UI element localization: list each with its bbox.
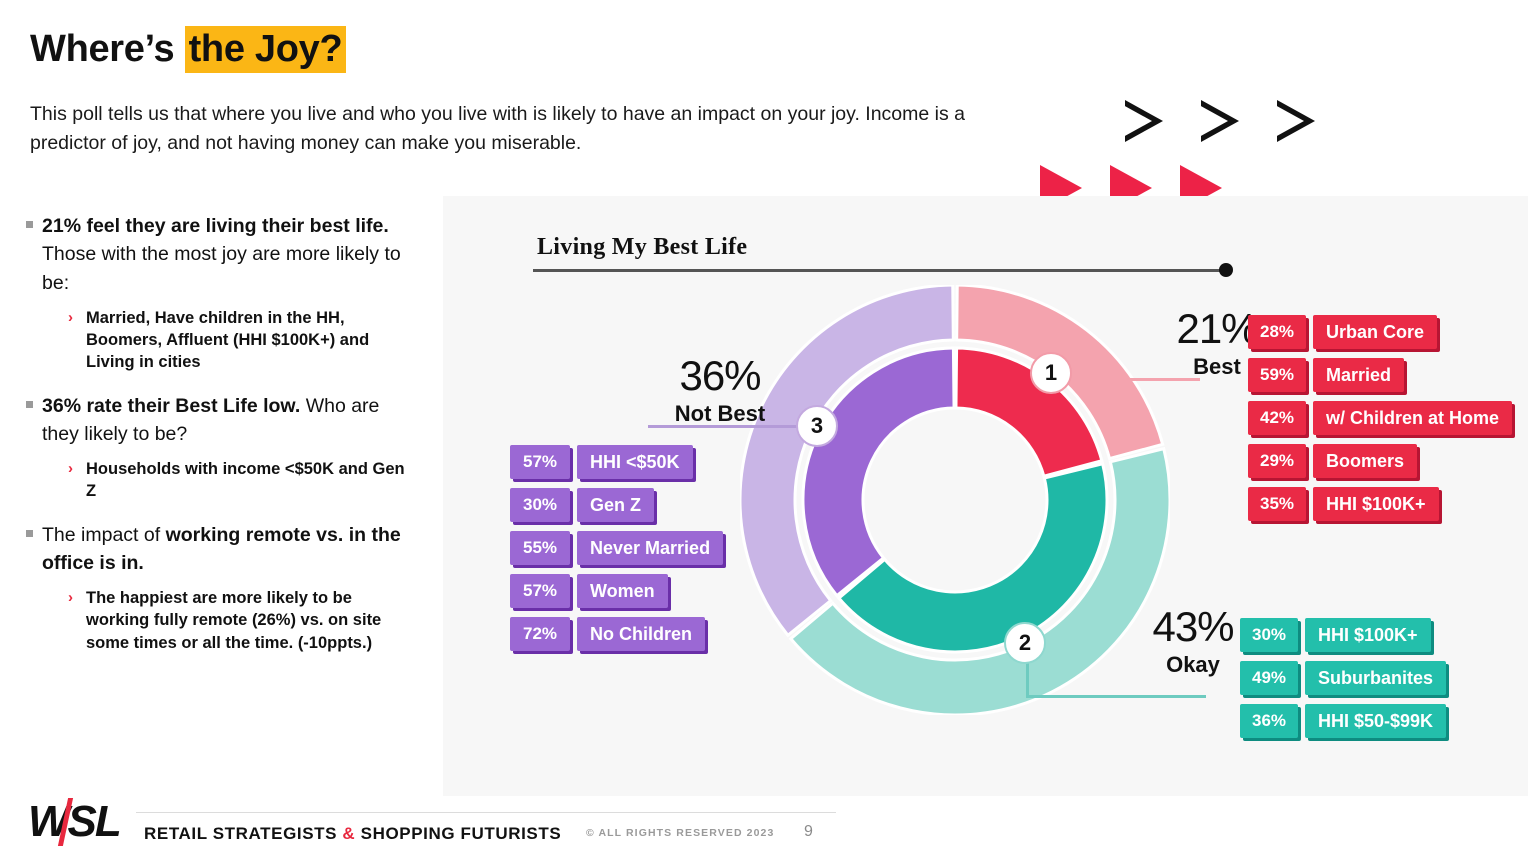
legend-percent: 28% xyxy=(1248,315,1306,349)
chart-title-endpoint-dot xyxy=(1219,263,1233,277)
legend-row: 29% Boomers xyxy=(1248,444,1512,478)
legend-percent: 49% xyxy=(1240,661,1298,695)
legend-label: HHI <$50K xyxy=(577,445,693,479)
chevron-right-icon: › xyxy=(68,460,73,478)
chart-title: Living My Best Life xyxy=(537,234,748,260)
legend-row: 35% HHI $100K+ xyxy=(1248,487,1512,521)
legend-percent: 36% xyxy=(1240,704,1298,738)
legend-label: Suburbanites xyxy=(1305,661,1447,695)
footer-divider xyxy=(136,812,836,813)
triangle-right-outline-icon xyxy=(1199,100,1239,142)
insights-list: 21% feel they are living their best life… xyxy=(26,212,416,672)
list-item-lead: 21% feel they are living their best life… xyxy=(42,215,389,237)
legend-notbest: 57% HHI <$50K 30% Gen Z 55% Never Married 57% W… xyxy=(510,445,724,660)
page-title-plain: Where’s xyxy=(30,28,185,70)
legend-label: HHI $100K+ xyxy=(1305,618,1431,652)
chart-title-rule xyxy=(533,269,1225,272)
square-bullet-icon xyxy=(26,212,42,297)
value-label-notbest: 36% Not Best xyxy=(640,355,800,427)
value-caption-notbest: Not Best xyxy=(674,401,766,426)
legend-label: No Children xyxy=(577,617,705,651)
callout-leader-line-okay-horizontal xyxy=(1026,695,1206,698)
tagline-after: SHOPPING FUTURISTS xyxy=(355,824,562,843)
list-item-lead: The impact of xyxy=(42,523,166,546)
value-caption-okay: Okay xyxy=(1166,652,1220,677)
legend-row: 57% Women xyxy=(510,574,723,608)
decorative-outline-arrows xyxy=(1123,100,1315,142)
list-item-text: The impact of working remote vs. in the … xyxy=(42,521,416,578)
tagline-ampersand: & xyxy=(342,824,356,843)
legend-best: 28% Urban Core 59% Married 42% w/ Children at… xyxy=(1248,315,1513,530)
legend-row: 30% HHI $100K+ xyxy=(1240,618,1446,652)
legend-label: Never Married xyxy=(577,531,724,565)
page-title-highlight: the Joy? xyxy=(184,26,347,73)
list-item-text: Households with income <$50K and Gen Z xyxy=(86,460,405,501)
legend-percent: 42% xyxy=(1248,401,1306,435)
page-subtitle: This poll tells us that where you live a… xyxy=(30,103,966,155)
list-item-text: Married, Have children in the HH, Boomer… xyxy=(86,308,370,372)
legend-row: 30% Gen Z xyxy=(510,488,723,522)
list-item: › The happiest are more likely to be wor… xyxy=(68,587,416,654)
copyright-text: © ALL RIGHTS RESERVED 2023 xyxy=(586,827,775,839)
page-title: Where’s the Joy? xyxy=(30,26,347,73)
callout-marker-1[interactable]: 1 xyxy=(1030,352,1072,394)
list-item-text: 21% feel they are living their best life… xyxy=(42,212,416,297)
legend-percent: 59% xyxy=(1248,358,1306,392)
list-item: › Married, Have children in the HH, Boom… xyxy=(68,307,416,374)
legend-row: 72% No Children xyxy=(510,617,723,651)
legend-percent: 30% xyxy=(510,488,570,522)
callout-marker-3[interactable]: 3 xyxy=(796,405,838,447)
value-label-okay: 43% Okay xyxy=(1128,606,1258,678)
list-item-text: The happiest are more likely to be worki… xyxy=(86,589,382,652)
legend-percent: 35% xyxy=(1248,487,1306,521)
legend-row: 36% HHI $50-$99K xyxy=(1240,704,1447,738)
list-item-rest: Those with the most joy are more likely … xyxy=(42,243,401,294)
legend-label: Women xyxy=(577,574,668,608)
legend-percent: 57% xyxy=(510,574,570,608)
triangle-right-outline-icon xyxy=(1275,100,1315,142)
footer-tagline: RETAIL STRATEGISTS & SHOPPING FUTURISTS xyxy=(144,824,561,844)
legend-row: 55% Never Married xyxy=(510,531,724,565)
legend-okay: 30% HHI $100K+ 49% Suburbanites 36% HHI $50-$… xyxy=(1240,618,1447,747)
page-number: 9 xyxy=(804,823,813,840)
list-item: › Households with income <$50K and Gen Z xyxy=(68,458,416,503)
legend-label: HHI $50-$99K xyxy=(1305,704,1447,738)
legend-row: 42% w/ Children at Home xyxy=(1248,401,1513,435)
wsl-logo: WSL xyxy=(28,797,122,846)
legend-row: 49% Suburbanites xyxy=(1240,661,1447,695)
legend-row: 28% Urban Core xyxy=(1248,315,1512,349)
donut-inner-ring xyxy=(801,346,1109,654)
legend-label: Boomers xyxy=(1313,444,1418,478)
legend-percent: 30% xyxy=(1240,618,1298,652)
legend-percent: 29% xyxy=(1248,444,1306,478)
legend-row: 59% Married xyxy=(1248,358,1512,392)
list-item-lead: 36% rate their Best Life low. xyxy=(42,394,301,417)
list-item: 21% feel they are living their best life… xyxy=(26,212,416,297)
legend-row: 57% HHI <$50K xyxy=(510,445,723,479)
square-bullet-icon xyxy=(26,521,42,578)
list-item: The impact of working remote vs. in the … xyxy=(26,521,416,578)
callout-marker-2[interactable]: 2 xyxy=(1004,622,1046,664)
legend-percent: 72% xyxy=(510,617,570,651)
value-notbest: 36% xyxy=(679,352,761,399)
list-item: 36% rate their Best Life low. Who are th… xyxy=(26,392,416,449)
tagline-before: RETAIL STRATEGISTS xyxy=(144,824,343,843)
triangle-right-outline-icon xyxy=(1123,100,1163,142)
chevron-right-icon: › xyxy=(68,589,73,607)
legend-label: Urban Core xyxy=(1313,315,1438,349)
legend-label: Married xyxy=(1313,358,1405,392)
legend-percent: 57% xyxy=(510,445,570,479)
legend-percent: 55% xyxy=(510,531,570,565)
value-okay: 43% xyxy=(1152,603,1234,650)
legend-label: w/ Children at Home xyxy=(1313,401,1513,435)
legend-label: HHI $100K+ xyxy=(1313,487,1439,521)
chevron-right-icon: › xyxy=(68,308,73,326)
square-bullet-icon xyxy=(26,392,42,449)
list-item-text: 36% rate their Best Life low. Who are th… xyxy=(42,392,416,449)
donut-chart xyxy=(740,285,1170,715)
legend-label: Gen Z xyxy=(577,488,655,522)
